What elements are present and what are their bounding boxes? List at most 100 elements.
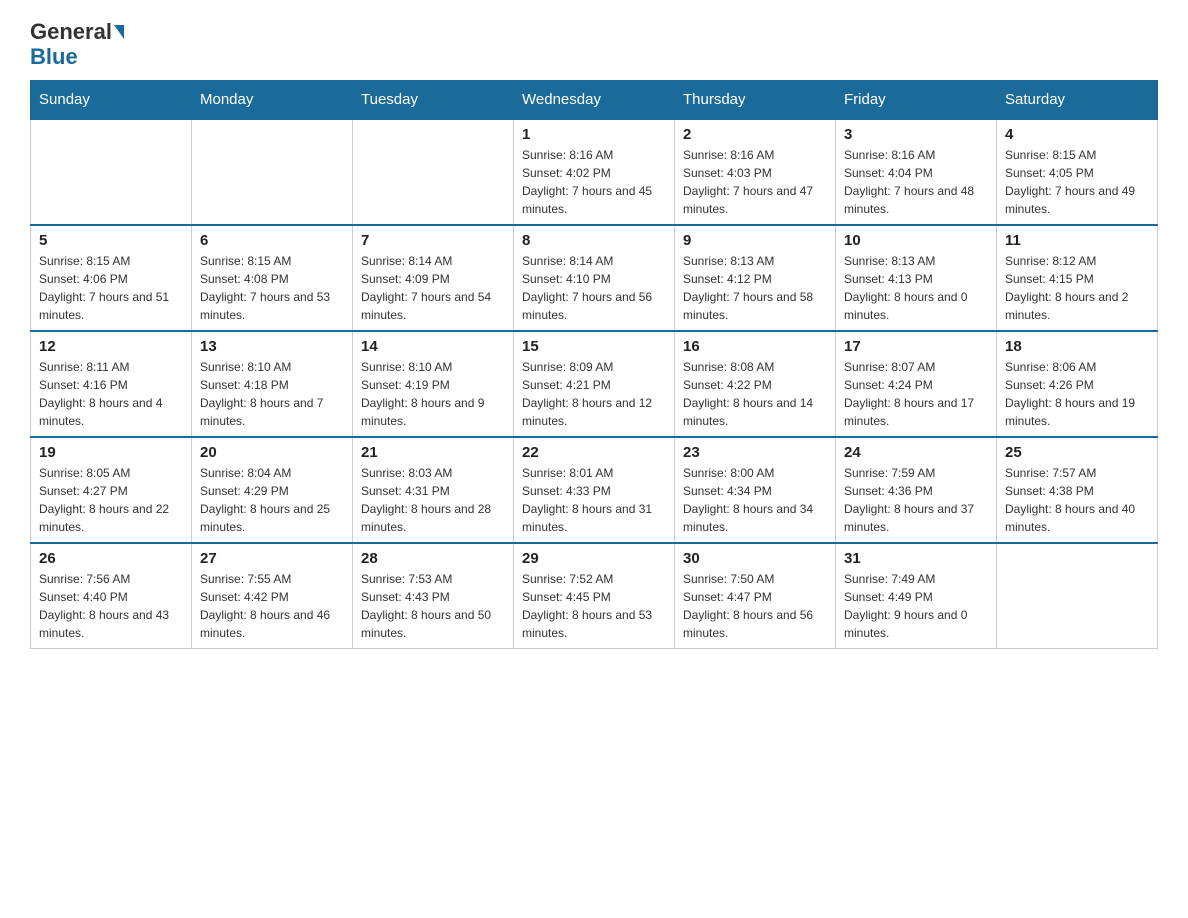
day-number: 10	[844, 232, 988, 249]
calendar-header-monday: Monday	[192, 81, 353, 120]
day-number: 6	[200, 232, 344, 249]
day-info: Sunrise: 8:00 AM Sunset: 4:34 PM Dayligh…	[683, 464, 827, 536]
calendar-week-2: 5 Sunrise: 8:15 AM Sunset: 4:06 PM Daylig…	[31, 225, 1158, 331]
calendar-cell: 16Sunrise: 8:08 AM Sunset: 4:22 PM Dayli…	[675, 331, 836, 437]
calendar-header-row: SundayMondayTuesdayWednesdayThursdayFrid…	[31, 81, 1158, 120]
day-info: Sunrise: 8:10 AM Sunset: 4:19 PM Dayligh…	[361, 358, 505, 430]
day-number: 23	[683, 444, 827, 461]
day-info: Sunrise: 8:11 AM Sunset: 4:16 PM Dayligh…	[39, 358, 183, 430]
day-info: Sunrise: 7:57 AM Sunset: 4:38 PM Dayligh…	[1005, 464, 1149, 536]
calendar-cell: 3Sunrise: 8:16 AM Sunset: 4:04 PM Daylig…	[836, 119, 997, 225]
day-info: Sunrise: 7:53 AM Sunset: 4:43 PM Dayligh…	[361, 570, 505, 642]
calendar-cell: 26 Sunrise: 7:56 AM Sunset: 4:40 PM Dayli…	[31, 543, 192, 649]
calendar-cell	[997, 543, 1158, 649]
day-number: 18	[1005, 338, 1149, 355]
logo-blue-text: Blue	[30, 44, 78, 69]
logo: General Blue	[30, 20, 125, 70]
day-number: 5	[39, 232, 183, 249]
logo-container: General	[30, 20, 125, 44]
day-number: 31	[844, 550, 988, 567]
calendar-cell: 18 Sunrise: 8:06 AM Sunset: 4:26 PM Dayli…	[997, 331, 1158, 437]
day-number: 13	[200, 338, 344, 355]
day-info: Sunrise: 7:59 AM Sunset: 4:36 PM Dayligh…	[844, 464, 988, 536]
day-info: Sunrise: 8:10 AM Sunset: 4:18 PM Dayligh…	[200, 358, 344, 430]
logo-general-text: General	[30, 20, 112, 44]
calendar-cell: 11 Sunrise: 8:12 AM Sunset: 4:15 PM Dayli…	[997, 225, 1158, 331]
calendar-cell: 6 Sunrise: 8:15 AM Sunset: 4:08 PM Daylig…	[192, 225, 353, 331]
day-number: 8	[522, 232, 666, 249]
day-number: 15	[522, 338, 666, 355]
calendar-cell: 14 Sunrise: 8:10 AM Sunset: 4:19 PM Dayli…	[353, 331, 514, 437]
day-number: 21	[361, 444, 505, 461]
calendar-cell: 2 Sunrise: 8:16 AM Sunset: 4:03 PM Daylig…	[675, 119, 836, 225]
calendar-cell: 7 Sunrise: 8:14 AM Sunset: 4:09 PM Daylig…	[353, 225, 514, 331]
day-info: Sunrise: 8:07 AM Sunset: 4:24 PM Dayligh…	[844, 358, 988, 430]
calendar-cell: 21 Sunrise: 8:03 AM Sunset: 4:31 PM Dayli…	[353, 437, 514, 543]
day-number: 1	[522, 126, 666, 143]
page-header: General Blue	[30, 20, 1158, 70]
calendar-cell: 30Sunrise: 7:50 AM Sunset: 4:47 PM Dayli…	[675, 543, 836, 649]
calendar-week-5: 26 Sunrise: 7:56 AM Sunset: 4:40 PM Dayli…	[31, 543, 1158, 649]
calendar-cell	[31, 119, 192, 225]
calendar-cell: 28 Sunrise: 7:53 AM Sunset: 4:43 PM Dayli…	[353, 543, 514, 649]
calendar-cell: 10 Sunrise: 8:13 AM Sunset: 4:13 PM Dayli…	[836, 225, 997, 331]
day-info: Sunrise: 8:16 AM Sunset: 4:03 PM Dayligh…	[683, 146, 827, 218]
calendar-header-saturday: Saturday	[997, 81, 1158, 120]
logo-triangle-icon	[114, 25, 124, 39]
calendar-cell: 27Sunrise: 7:55 AM Sunset: 4:42 PM Dayli…	[192, 543, 353, 649]
day-number: 14	[361, 338, 505, 355]
day-number: 24	[844, 444, 988, 461]
day-number: 29	[522, 550, 666, 567]
day-number: 2	[683, 126, 827, 143]
calendar-header-sunday: Sunday	[31, 81, 192, 120]
calendar-cell: 12 Sunrise: 8:11 AM Sunset: 4:16 PM Dayli…	[31, 331, 192, 437]
calendar-cell: 8Sunrise: 8:14 AM Sunset: 4:10 PM Daylig…	[514, 225, 675, 331]
calendar-header-tuesday: Tuesday	[353, 81, 514, 120]
day-info: Sunrise: 8:03 AM Sunset: 4:31 PM Dayligh…	[361, 464, 505, 536]
calendar-cell: 29 Sunrise: 7:52 AM Sunset: 4:45 PM Dayli…	[514, 543, 675, 649]
day-number: 12	[39, 338, 183, 355]
day-info: Sunrise: 8:16 AM Sunset: 4:04 PM Dayligh…	[844, 146, 988, 218]
day-info: Sunrise: 8:15 AM Sunset: 4:08 PM Dayligh…	[200, 252, 344, 324]
calendar-cell: 31Sunrise: 7:49 AM Sunset: 4:49 PM Dayli…	[836, 543, 997, 649]
day-number: 26	[39, 550, 183, 567]
calendar-header-friday: Friday	[836, 81, 997, 120]
day-number: 11	[1005, 232, 1149, 249]
day-info: Sunrise: 8:05 AM Sunset: 4:27 PM Dayligh…	[39, 464, 183, 536]
day-info: Sunrise: 8:01 AM Sunset: 4:33 PM Dayligh…	[522, 464, 666, 536]
day-info: Sunrise: 7:55 AM Sunset: 4:42 PM Dayligh…	[200, 570, 344, 642]
day-number: 28	[361, 550, 505, 567]
calendar-cell: 13 Sunrise: 8:10 AM Sunset: 4:18 PM Dayli…	[192, 331, 353, 437]
day-info: Sunrise: 8:14 AM Sunset: 4:09 PM Dayligh…	[361, 252, 505, 324]
calendar-week-4: 19 Sunrise: 8:05 AM Sunset: 4:27 PM Dayli…	[31, 437, 1158, 543]
day-info: Sunrise: 8:12 AM Sunset: 4:15 PM Dayligh…	[1005, 252, 1149, 324]
day-number: 7	[361, 232, 505, 249]
day-info: Sunrise: 7:52 AM Sunset: 4:45 PM Dayligh…	[522, 570, 666, 642]
calendar-header-wednesday: Wednesday	[514, 81, 675, 120]
day-info: Sunrise: 8:13 AM Sunset: 4:12 PM Dayligh…	[683, 252, 827, 324]
day-number: 16	[683, 338, 827, 355]
calendar-cell: 15 Sunrise: 8:09 AM Sunset: 4:21 PM Dayli…	[514, 331, 675, 437]
calendar-cell: 9 Sunrise: 8:13 AM Sunset: 4:12 PM Daylig…	[675, 225, 836, 331]
calendar-cell: 23 Sunrise: 8:00 AM Sunset: 4:34 PM Dayli…	[675, 437, 836, 543]
calendar-cell	[192, 119, 353, 225]
calendar-cell: 22 Sunrise: 8:01 AM Sunset: 4:33 PM Dayli…	[514, 437, 675, 543]
day-number: 4	[1005, 126, 1149, 143]
day-number: 9	[683, 232, 827, 249]
day-info: Sunrise: 8:15 AM Sunset: 4:05 PM Dayligh…	[1005, 146, 1149, 218]
day-number: 20	[200, 444, 344, 461]
day-info: Sunrise: 8:09 AM Sunset: 4:21 PM Dayligh…	[522, 358, 666, 430]
day-info: Sunrise: 8:06 AM Sunset: 4:26 PM Dayligh…	[1005, 358, 1149, 430]
day-info: Sunrise: 7:56 AM Sunset: 4:40 PM Dayligh…	[39, 570, 183, 642]
day-info: Sunrise: 8:13 AM Sunset: 4:13 PM Dayligh…	[844, 252, 988, 324]
calendar-table: SundayMondayTuesdayWednesdayThursdayFrid…	[30, 80, 1158, 649]
calendar-cell: 19 Sunrise: 8:05 AM Sunset: 4:27 PM Dayli…	[31, 437, 192, 543]
day-number: 19	[39, 444, 183, 461]
calendar-cell: 17 Sunrise: 8:07 AM Sunset: 4:24 PM Dayli…	[836, 331, 997, 437]
calendar-week-1: 1Sunrise: 8:16 AM Sunset: 4:02 PM Daylig…	[31, 119, 1158, 225]
calendar-cell: 4 Sunrise: 8:15 AM Sunset: 4:05 PM Daylig…	[997, 119, 1158, 225]
day-number: 22	[522, 444, 666, 461]
day-info: Sunrise: 8:15 AM Sunset: 4:06 PM Dayligh…	[39, 252, 183, 324]
day-number: 30	[683, 550, 827, 567]
day-number: 17	[844, 338, 988, 355]
